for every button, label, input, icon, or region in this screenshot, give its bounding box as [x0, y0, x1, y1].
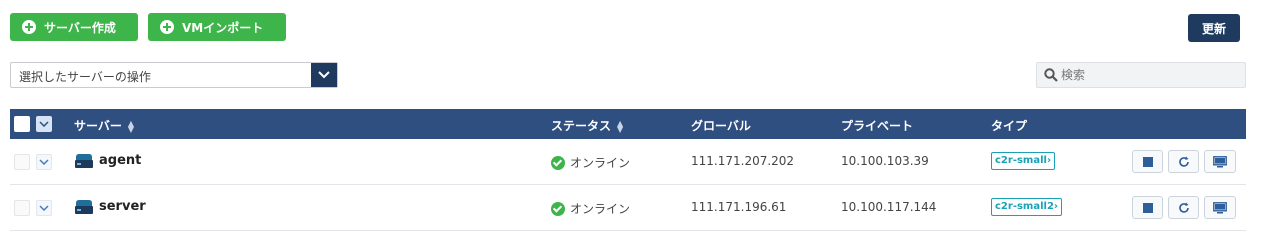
search-box[interactable]: [1036, 62, 1246, 88]
chevron-down-icon: [39, 159, 49, 165]
sort-icon[interactable]: ▲ ▼: [617, 119, 623, 133]
global-ip: 111.171.207.202: [691, 154, 795, 168]
search-input[interactable]: [1061, 63, 1241, 87]
server-name-link[interactable]: agent: [99, 153, 141, 168]
server-action-value: 選択したサーバーの操作: [19, 70, 151, 84]
chevron-down-icon: [39, 121, 49, 127]
sort-icon[interactable]: ▲ ▼: [128, 119, 134, 133]
type-badge[interactable]: c2r-small›: [991, 152, 1056, 170]
console-button[interactable]: [1204, 150, 1236, 173]
row-menu-dropdown[interactable]: [36, 200, 52, 216]
chevron-down-icon[interactable]: [311, 63, 337, 87]
vm-import-label: VMインポート: [182, 20, 264, 35]
column-header-server[interactable]: サーバー ▲ ▼: [74, 117, 134, 134]
stop-icon: [1142, 156, 1153, 167]
type-badge[interactable]: c2r-small2›: [991, 198, 1063, 216]
select-all-checkbox[interactable]: [14, 116, 30, 132]
column-header-type: タイプ: [991, 119, 1028, 133]
column-header-status[interactable]: ステータス ▲ ▼: [551, 117, 623, 134]
chevron-right-icon: ›: [1046, 155, 1052, 166]
restart-button[interactable]: [1168, 150, 1199, 173]
status-header-label: ステータス: [551, 119, 612, 133]
chevron-right-icon: ›: [1053, 201, 1059, 212]
create-server-button[interactable]: サーバー作成: [10, 13, 138, 41]
refresh-icon: [1178, 202, 1189, 213]
search-icon: [1044, 68, 1058, 85]
check-circle-icon: [551, 201, 565, 216]
server-icon: [74, 153, 94, 172]
console-button[interactable]: [1204, 196, 1236, 219]
status-cell: オンライン: [551, 200, 630, 217]
plus-circle-icon: [160, 20, 174, 34]
create-server-label: サーバー作成: [44, 20, 116, 35]
row-checkbox[interactable]: [14, 200, 30, 216]
status-text: オンライン: [570, 202, 631, 216]
vm-import-button[interactable]: VMインポート: [148, 13, 286, 41]
chevron-down-icon: [39, 205, 49, 211]
stop-button[interactable]: [1132, 196, 1163, 219]
private-ip: 10.100.103.39: [841, 154, 929, 168]
table-row: server オンライン 111.171.196.61 10.100.117.1…: [10, 185, 1246, 231]
restart-button[interactable]: [1168, 196, 1199, 219]
plus-circle-icon: [22, 20, 36, 34]
server-action-select[interactable]: 選択したサーバーの操作: [10, 62, 338, 88]
refresh-icon: [1178, 156, 1189, 167]
row-menu-dropdown[interactable]: [36, 154, 52, 170]
column-header-global: グローバル: [691, 119, 751, 133]
private-ip: 10.100.117.144: [841, 200, 937, 214]
table-row: agent オンライン 111.171.207.202 10.100.103.3…: [10, 139, 1246, 185]
type-label: c2r-small: [995, 155, 1047, 166]
monitor-icon: [1213, 155, 1227, 167]
refresh-label: 更新: [1201, 21, 1226, 36]
server-header-label: サーバー: [74, 119, 122, 133]
server-icon: [74, 199, 94, 218]
server-name-link[interactable]: server: [99, 199, 146, 214]
global-ip: 111.171.196.61: [691, 200, 787, 214]
status-cell: オンライン: [551, 154, 630, 171]
stop-button[interactable]: [1132, 150, 1163, 173]
monitor-icon: [1213, 201, 1227, 213]
stop-icon: [1142, 202, 1153, 213]
refresh-button[interactable]: 更新: [1188, 14, 1240, 42]
row-checkbox[interactable]: [14, 154, 30, 170]
table-header: サーバー ▲ ▼ ステータス ▲ ▼ グローバル プライベート タイプ: [10, 109, 1246, 139]
column-header-private: プライベート: [841, 119, 914, 133]
type-label: c2r-small2: [995, 201, 1054, 212]
select-menu-dropdown[interactable]: [36, 116, 52, 132]
check-circle-icon: [551, 155, 565, 170]
status-text: オンライン: [570, 156, 631, 170]
